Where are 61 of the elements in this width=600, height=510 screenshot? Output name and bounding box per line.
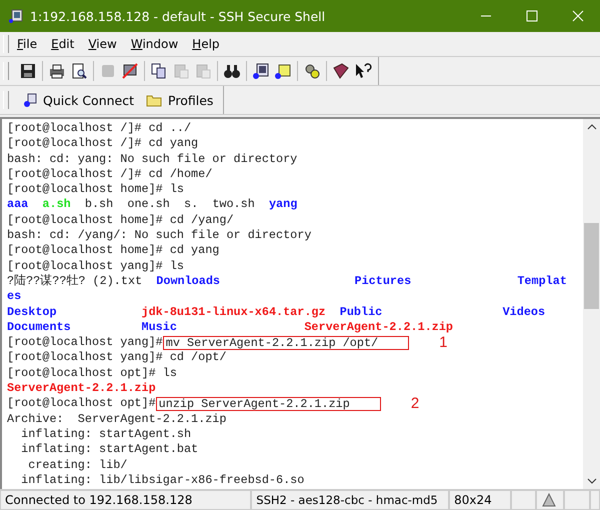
vertical-scrollbar[interactable] [583, 119, 600, 489]
toolbar-button[interactable]: Quick Connect [17, 90, 140, 110]
scrollbar-thumb[interactable] [584, 223, 599, 309]
scroll-down-icon[interactable] [586, 477, 596, 485]
terminal-text: [root@localhost opt]# [7, 396, 156, 412]
connect-icon [23, 93, 37, 107]
terminal-text: ?陆??谋??牡? (2).txt [7, 274, 144, 290]
terminal-text: Music [142, 320, 178, 336]
terminal-text: Documents [7, 320, 72, 336]
terminal-text: [root@localhost /]# cd ../ [7, 121, 192, 136]
terminal-text: es [7, 289, 22, 305]
terminal-text: [root@localhost /]# cd yang [7, 136, 198, 152]
menu-item[interactable]: File [17, 37, 38, 51]
annotation-number: 1 [439, 335, 448, 350]
status-cipher: SSH2 - aes128-cbc - hmac-md5 [251, 490, 450, 510]
terminal-text: Desktop [7, 304, 58, 320]
terminal-text: ServerAgent-2.2.1.zip [7, 381, 156, 396]
terminal-text: Public [340, 304, 384, 320]
status-connection: Connected to 192.168.158.128 [0, 490, 252, 510]
terminal-text: Pictures [354, 274, 412, 290]
terminal-text: ServerAgent-2.2.1.zip [304, 320, 454, 336]
transfer-icon [541, 492, 558, 508]
terminal-text: [root@localhost opt]# ls [7, 366, 177, 382]
terminal-text: bash: cd: yang: No such file or directory [7, 152, 298, 167]
terminal-text: inflating: startAgent.bat [20, 442, 198, 458]
terminal-text: [root@localhost home]# cd /yang/ [7, 212, 234, 228]
menu-item[interactable]: Help [192, 37, 220, 51]
folder-icon [146, 93, 162, 107]
terminal-text: aaa [7, 197, 30, 213]
menu-item[interactable]: Edit [51, 37, 74, 51]
terminal-text: creating: lib/ [27, 458, 128, 473]
terminal-text: [root@localhost home]# cd yang [7, 243, 220, 259]
maximize-icon[interactable] [526, 10, 538, 22]
terminal-text: [root@localhost /]# cd /home/ [7, 166, 212, 182]
menu-item[interactable]: Window [130, 37, 178, 51]
terminal-text: yang [268, 197, 298, 213]
terminal-text: [root@localhost home]# ls [7, 182, 184, 198]
terminal-text: Videos [502, 304, 546, 320]
terminal-text: a.sh [42, 197, 72, 213]
terminal-text: b.sh one.sh s. two.sh [84, 197, 256, 213]
highlighted-command: unzip ServerAgent-2.2.1.zip [156, 396, 381, 411]
size-grip[interactable] [590, 490, 600, 510]
scroll-up-icon[interactable] [586, 123, 596, 131]
terminal-text: [root@localhost yang]# cd /opt/ [7, 350, 226, 366]
terminal-text: bash: cd: /yang/: No such file or directory [7, 228, 312, 244]
terminal-text: inflating: startAgent.sh [20, 426, 192, 442]
menu-item[interactable]: View [88, 37, 117, 51]
terminal-text: inflating: lib/libsigar-x86-freebsd-6.so [20, 472, 304, 488]
terminal-text: [root@localhost yang]# [7, 335, 163, 350]
status-size: 80x24 [449, 490, 511, 510]
terminal-text: Archive: ServerAgent-2.2.1.zip [7, 412, 226, 427]
terminal-text: [root@localhost yang]# ls [7, 258, 184, 274]
toolbar-button[interactable]: Profiles [140, 90, 220, 110]
app-icon [8, 8, 24, 24]
close-icon[interactable] [572, 10, 584, 22]
terminal-text: jdk-8u131-linux-x64.tar.gz [142, 304, 327, 320]
annotation-number: 2 [410, 396, 420, 412]
terminal-text: Templat [517, 274, 567, 290]
terminal-text: Downloads [156, 274, 221, 290]
highlighted-command: mv ServerAgent-2.2.1.zip /opt/ [162, 336, 410, 350]
window-title: 1:192.168.158.128 - default - SSH Secure Shell [30, 8, 326, 24]
